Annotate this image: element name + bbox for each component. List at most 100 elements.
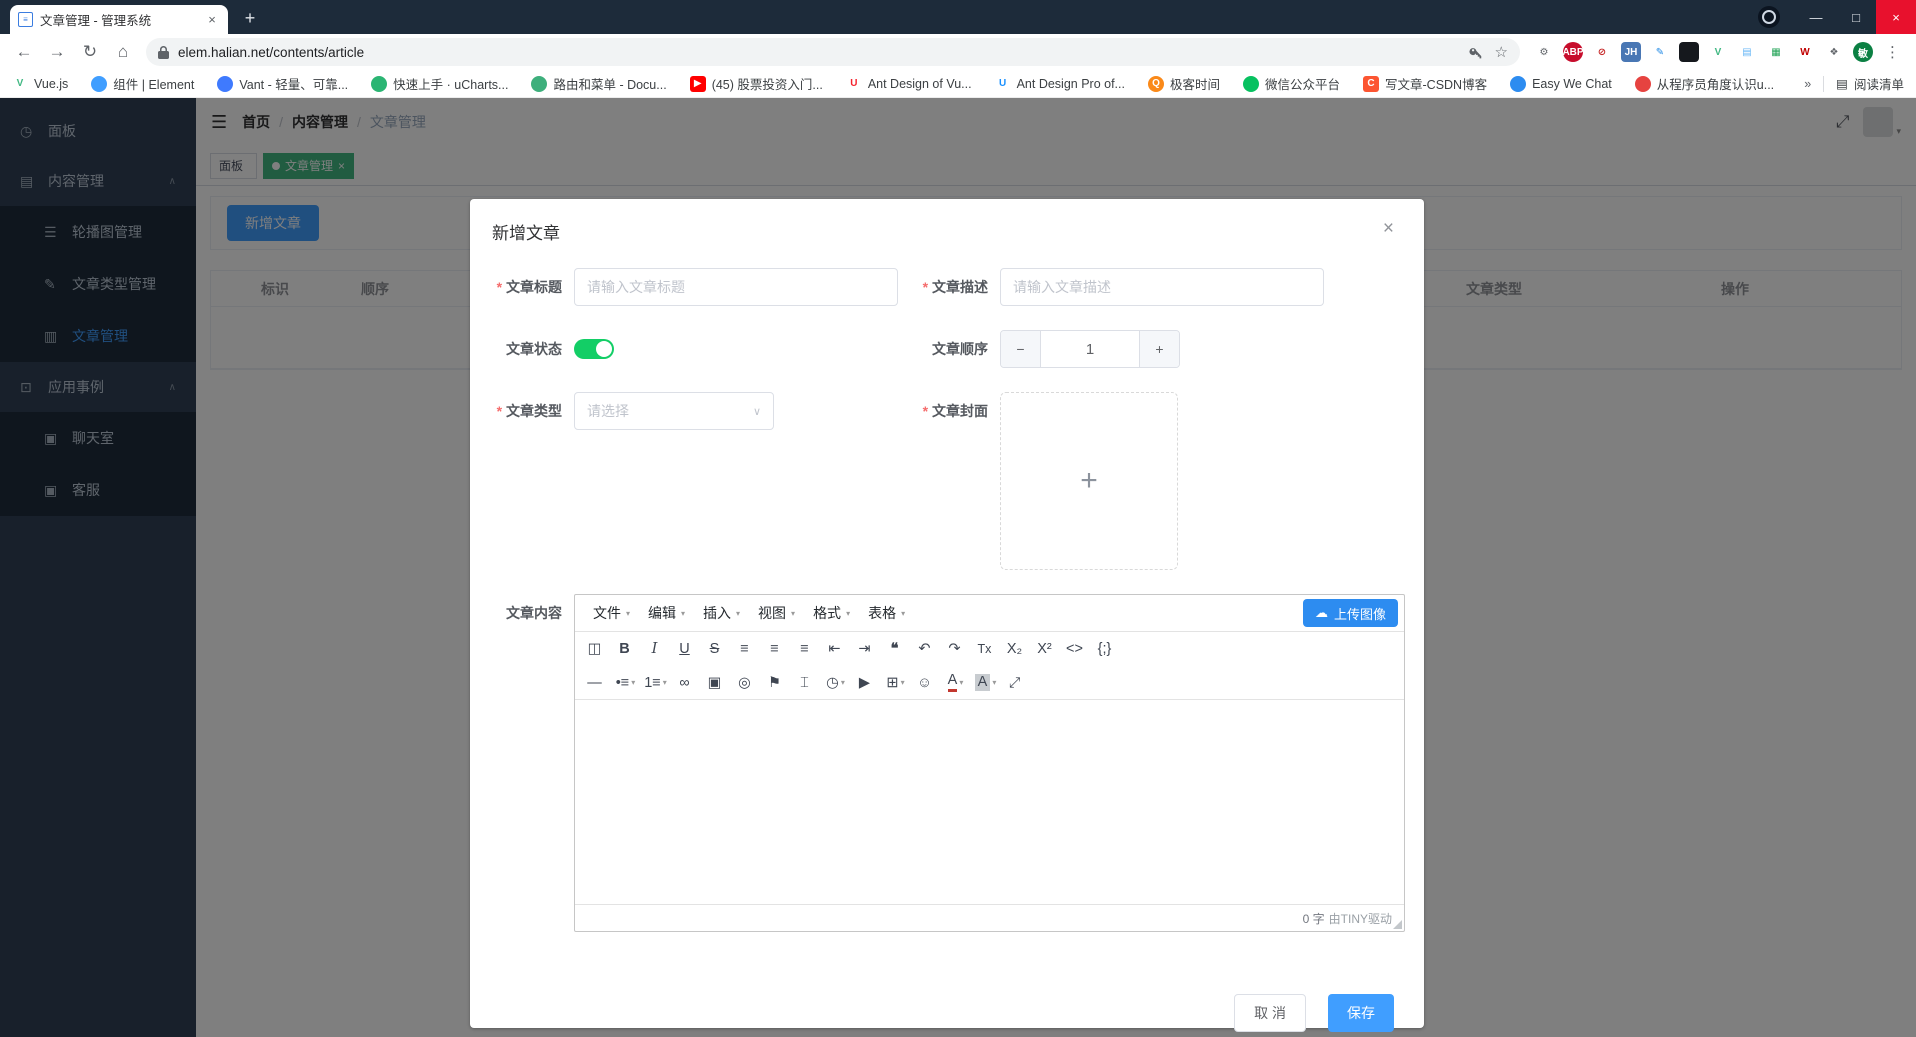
bookmarks-overflow-icon[interactable]: » — [1804, 77, 1811, 91]
password-key-icon[interactable] — [1469, 45, 1483, 59]
horizontal-rule-icon[interactable]: — — [581, 669, 610, 697]
strikethrough-icon[interactable]: S — [701, 635, 730, 663]
adblock-plus-extension-icon[interactable]: ABP — [1563, 42, 1583, 62]
media-icon[interactable]: ▶ — [851, 669, 880, 697]
extensions-puzzle-icon[interactable]: ❖ — [1824, 42, 1844, 62]
align-center-icon[interactable]: ≡ — [761, 635, 790, 663]
lock-icon[interactable] — [158, 46, 169, 59]
resize-grip-icon[interactable] — [1393, 920, 1402, 929]
article-title-input[interactable] — [574, 268, 898, 306]
save-button[interactable]: 保存 — [1328, 994, 1394, 1032]
bookmark-youtube[interactable]: ▶ (45) 股票投资入门... — [690, 74, 823, 93]
word-extension-icon[interactable]: W — [1795, 42, 1815, 62]
outdent-icon[interactable]: ⇤ — [821, 635, 850, 663]
bookmark-ant-design-vue[interactable]: U Ant Design of Vu... — [846, 76, 972, 92]
notes-extension-icon[interactable]: ▤ — [1737, 42, 1757, 62]
datetime-icon[interactable]: ◷ ▾ — [821, 669, 850, 697]
underline-icon[interactable]: U — [671, 635, 700, 663]
menu-table[interactable]: 表格 ▾ — [860, 599, 913, 627]
profile-avatar[interactable]: 敏 — [1853, 42, 1873, 62]
anchor-icon[interactable]: ⚑ — [761, 669, 790, 697]
bookmark-element[interactable]: 组件 | Element — [91, 74, 194, 93]
preview-icon[interactable]: ◎ — [731, 669, 760, 697]
code-icon[interactable]: <> — [1061, 635, 1090, 663]
article-type-select[interactable]: 请选择 ∨ — [574, 392, 774, 430]
menu-file[interactable]: 文件 ▾ — [585, 599, 638, 627]
menu-format[interactable]: 格式 ▾ — [805, 599, 858, 627]
menu-view[interactable]: 视图 ▾ — [750, 599, 803, 627]
bookmark-programmer-u[interactable]: 从程序员角度认识u... — [1635, 74, 1774, 93]
dialog-close-icon[interactable]: × — [1383, 219, 1394, 238]
browser-tab[interactable]: ≡ 文章管理 - 管理系统 × — [10, 5, 228, 34]
blockquote-icon[interactable]: ❝ — [881, 635, 910, 663]
emoticons-icon[interactable]: ☺ — [911, 669, 940, 697]
bookmark-geektime[interactable]: Q 极客时间 — [1148, 74, 1220, 93]
bookmark-favicon — [91, 76, 107, 92]
home-icon[interactable]: ⌂ — [109, 38, 137, 66]
tab-favicon-icon: ≡ — [18, 12, 33, 27]
subscript-icon[interactable]: X₂ — [1001, 635, 1030, 663]
article-desc-input[interactable] — [1000, 268, 1324, 306]
italic-icon[interactable]: I — [641, 635, 670, 663]
stepper-decrease-button[interactable]: − — [1001, 331, 1041, 367]
bullet-list-icon[interactable]: •≡ ▾ — [611, 669, 640, 697]
stepper-increase-button[interactable]: + — [1139, 331, 1179, 367]
tab-close-icon[interactable]: × — [204, 12, 220, 27]
back-icon[interactable]: ← — [10, 38, 38, 66]
wrench-extension-icon[interactable]: ⚙ — [1534, 42, 1554, 62]
menu-insert[interactable]: 插入 ▾ — [695, 599, 748, 627]
link-icon[interactable]: ∞ — [671, 669, 700, 697]
dialog-body: 文章标题 文章描述 文章状态 文章顺序 − — [470, 244, 1424, 932]
vue-devtools-extension-icon[interactable]: V — [1708, 42, 1728, 62]
image-icon[interactable]: ▣ — [701, 669, 730, 697]
align-left-icon[interactable]: ≡ — [731, 635, 760, 663]
reading-list-button[interactable]: ▤ 阅读清单 — [1836, 74, 1904, 93]
media-record-icon[interactable] — [1758, 6, 1780, 28]
article-status-switch[interactable] — [574, 339, 614, 359]
numbered-list-icon[interactable]: 1≡ ▾ — [641, 669, 670, 697]
undo-icon[interactable]: ↶ — [911, 635, 940, 663]
window-minimize-button[interactable]: — — [1796, 0, 1836, 34]
menu-edit[interactable]: 编辑 ▾ — [640, 599, 693, 627]
fullscreen-editor-icon[interactable]: ⤢ — [1001, 669, 1030, 697]
window-maximize-button[interactable]: □ — [1836, 0, 1876, 34]
upload-image-button[interactable]: ☁ 上传图像 — [1303, 599, 1398, 627]
cover-upload-box[interactable]: + — [1000, 392, 1178, 570]
cancel-button[interactable]: 取 消 — [1234, 994, 1306, 1032]
bookmark-wechat-mp[interactable]: 微信公众平台 — [1243, 74, 1340, 93]
browser-menu-icon[interactable]: ⋮ — [1885, 43, 1900, 61]
jh-extension-icon[interactable]: JH — [1621, 42, 1641, 62]
bookmark-csdn[interactable]: C 写文章-CSDN博客 — [1363, 74, 1487, 93]
align-right-icon[interactable]: ≡ — [791, 635, 820, 663]
bookmark-ant-design-pro[interactable]: U Ant Design Pro of... — [995, 76, 1125, 92]
bookmark-easywechat[interactable]: Easy We Chat — [1510, 76, 1612, 92]
bold-icon[interactable]: B — [611, 635, 640, 663]
bookmark-vuejs[interactable]: V Vue.js — [12, 76, 68, 92]
new-tab-button[interactable]: + — [237, 5, 263, 31]
backcolor-icon[interactable]: A ▾ — [971, 669, 1000, 697]
indent-icon[interactable]: ⇥ — [851, 635, 880, 663]
code-sample-icon[interactable]: {;} — [1091, 635, 1120, 663]
reload-icon[interactable]: ↻ — [76, 38, 104, 66]
page-break-icon[interactable]: ⌶ — [791, 669, 820, 697]
article-order-input[interactable] — [1041, 331, 1139, 367]
redo-icon[interactable]: ↷ — [941, 635, 970, 663]
table-icon[interactable]: ⊞ ▾ — [881, 669, 910, 697]
forward-icon[interactable]: → — [43, 38, 71, 66]
clear-formatting-icon[interactable]: Tx — [971, 635, 1000, 663]
ad-blocker-extension-icon[interactable]: ⊘ — [1592, 42, 1612, 62]
bookmark-vant[interactable]: Vant - 轻量、可靠... — [217, 74, 348, 93]
upload-cloud-icon: ☁ — [1315, 605, 1328, 621]
bookmark-docs[interactable]: 路由和菜单 - Docu... — [531, 74, 666, 93]
superscript-icon[interactable]: X² — [1031, 635, 1060, 663]
dark-extension-icon[interactable] — [1679, 42, 1699, 62]
bookmark-ucharts[interactable]: 快速上手 · uCharts... — [371, 74, 508, 93]
window-close-button[interactable]: × — [1876, 0, 1916, 34]
address-bar[interactable]: elem.halian.net/contents/article ☆ — [146, 38, 1520, 66]
quill-extension-icon[interactable]: ✎ — [1650, 42, 1670, 62]
editor-content-area[interactable] — [575, 700, 1404, 904]
bookmark-star-icon[interactable]: ☆ — [1495, 43, 1508, 61]
sheets-extension-icon[interactable]: ▦ — [1766, 42, 1786, 62]
forecolor-icon[interactable]: A ▾ — [941, 669, 970, 697]
searchreplace-icon[interactable]: ◫ — [581, 635, 610, 663]
